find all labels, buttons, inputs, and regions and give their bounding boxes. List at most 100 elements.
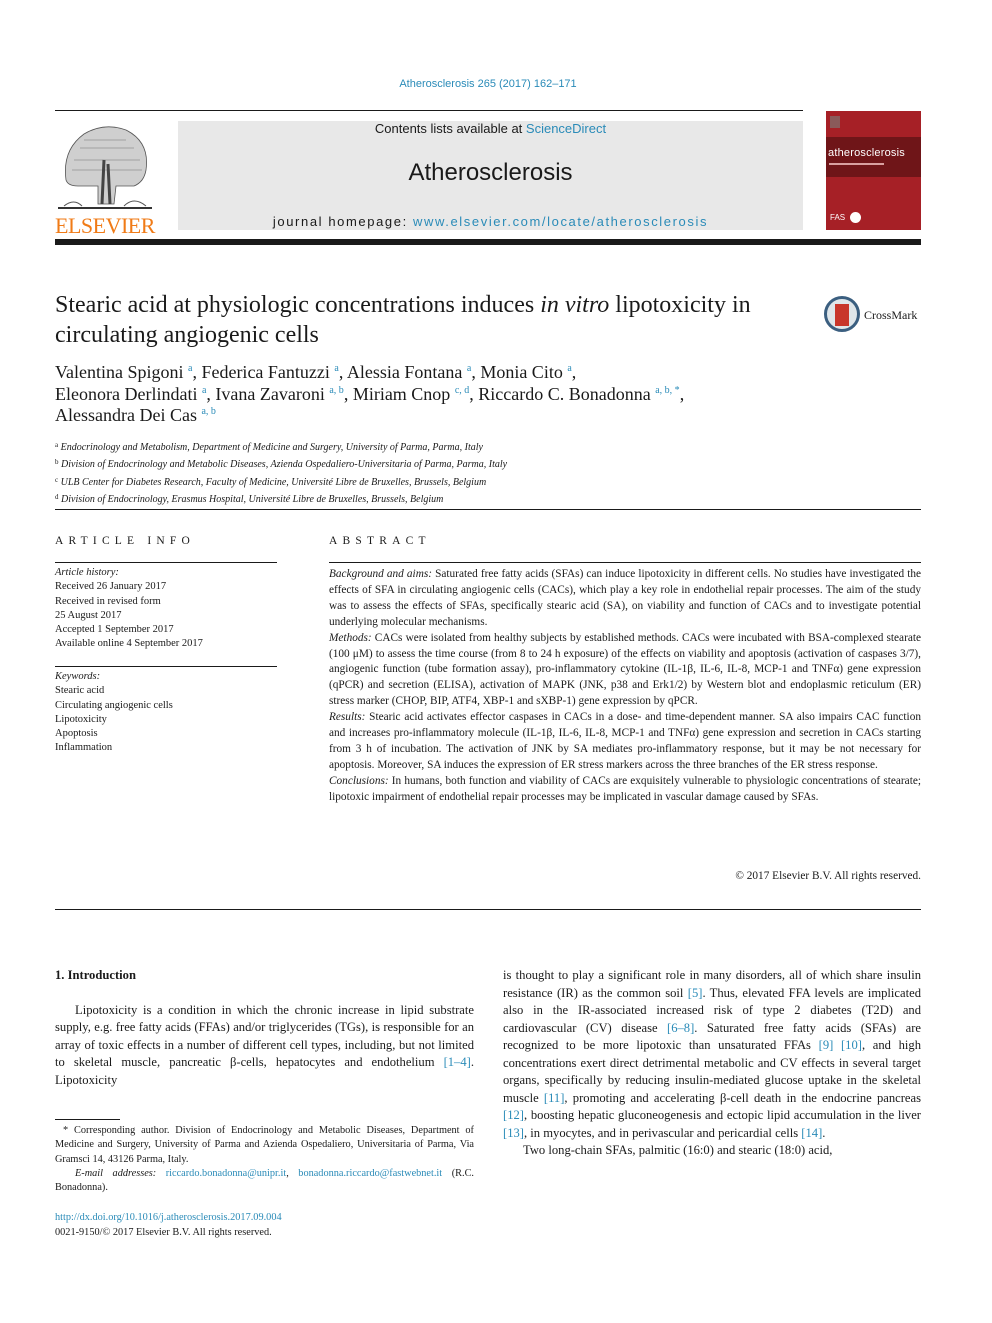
abstract-section: Methods: CACs were isolated from healthy…: [329, 631, 921, 711]
article-history: Article history: Received 26 January 201…: [55, 566, 203, 652]
citation-link[interactable]: [6–8]: [667, 1021, 694, 1035]
citation-link[interactable]: [14]: [801, 1126, 822, 1140]
title-text-1: Stearic acid at physiologic concentratio…: [55, 292, 541, 318]
author-name[interactable]: Federica Fantuzzi: [201, 362, 334, 382]
crossmark-label: CrossMark: [864, 308, 918, 322]
header-thick-rule: [55, 239, 921, 245]
keyword-item[interactable]: Circulating angiogenic cells: [55, 699, 173, 713]
author-affiliation-marker[interactable]: c, d: [455, 385, 469, 396]
journal-cover[interactable]: atherosclerosis FAS: [826, 111, 921, 230]
journal-name: Atherosclerosis: [408, 159, 573, 186]
sciencedirect-link[interactable]: ScienceDirect: [526, 121, 606, 136]
affiliation-text: Endocrinology and Metabolism, Department…: [58, 442, 483, 453]
intro-paragraph-2: Two long-chain SFAs, palmitic (16:0) and…: [523, 1143, 833, 1157]
header-rule: [55, 110, 803, 111]
cover-fas-badge: FAS: [830, 213, 846, 222]
email-line: E-mail addresses: riccardo.bonadonna@uni…: [55, 1167, 475, 1194]
affiliation-text: Division of Endocrinology, Erasmus Hospi…: [58, 494, 444, 506]
citation-link[interactable]: [11]: [544, 1091, 565, 1105]
abstract-bottom-rule: [55, 909, 921, 910]
abstract-section: Conclusions: In humans, both function an…: [329, 774, 921, 806]
body-column-left: 1. Introduction Lipotoxicity is a condit…: [55, 967, 474, 1089]
citation-link[interactable]: [12]: [503, 1108, 524, 1122]
author-name[interactable]: Riccardo C. Bonadonna: [478, 384, 655, 404]
author-affiliation-marker[interactable]: a, b, *: [655, 385, 679, 396]
info-rule: [55, 666, 277, 667]
abstract-section-label: Background and aims:: [329, 568, 433, 580]
corresponding-author-note: * Corresponding author. Division of Endo…: [55, 1125, 474, 1165]
abstract-heading: ABSTRACT: [329, 535, 431, 547]
affiliation-text: ULB Center for Diabetes Research, Facult…: [58, 476, 487, 488]
doi-link[interactable]: http://dx.doi.org/10.1016/j.atherosclero…: [55, 1211, 282, 1226]
abstract-copyright: © 2017 Elsevier B.V. All rights reserved…: [735, 870, 921, 882]
author-name[interactable]: Alessia Fontana: [347, 362, 467, 382]
history-item: Accepted 1 September 2017: [55, 624, 174, 636]
history-label: Article history:: [55, 567, 119, 578]
keyword-item[interactable]: Lipotoxicity: [55, 713, 173, 727]
abstract-section-text: In humans, both function and viability o…: [329, 774, 921, 803]
author-name[interactable]: Miriam Cnop: [353, 384, 455, 404]
history-item: Received in revised form: [55, 595, 161, 607]
cover-subtitle: [829, 163, 884, 165]
affiliation-list: a Endocrinology and Metabolism, Departme…: [55, 438, 855, 508]
intro-paragraph-1: Lipotoxicity is a condition in which the…: [55, 1002, 474, 1087]
article-title: Stearic acid at physiologic concentratio…: [55, 290, 815, 350]
intro-paragraph-1-cont: is thought to play a significant role in…: [503, 968, 921, 1140]
cover-seal-icon: [850, 212, 861, 223]
author-affiliation-marker[interactable]: a: [334, 363, 338, 374]
keywords-label: Keywords:: [55, 671, 101, 682]
author-affiliation-marker[interactable]: a, b: [329, 385, 343, 396]
elsevier-logo[interactable]: ELSEVIER: [54, 120, 156, 237]
author-list: Valentina Spigoni a, Federica Fantuzzi a…: [55, 362, 685, 425]
author-name[interactable]: Valentina Spigoni: [55, 362, 188, 382]
cover-emblem-icon: [830, 116, 840, 128]
affiliation-text: Division of Endocrinology and Metabolic …: [58, 459, 508, 471]
abstract-section-label: Methods:: [329, 631, 372, 644]
crossmark-button[interactable]: CrossMark: [824, 296, 924, 336]
author-affiliation-marker[interactable]: a: [188, 363, 192, 374]
body-column-right: is thought to play a significant role in…: [503, 967, 921, 1160]
keyword-item[interactable]: Apoptosis: [55, 727, 173, 741]
keyword-item[interactable]: Stearic acid: [55, 684, 173, 698]
email-link-1[interactable]: riccardo.bonadonna@unipr.it: [166, 1168, 286, 1179]
citation-link[interactable]: [13]: [503, 1126, 524, 1140]
crossmark-icon: [824, 296, 860, 332]
citation-link[interactable]: [9]: [819, 1038, 834, 1052]
doi-block: http://dx.doi.org/10.1016/j.atherosclero…: [55, 1211, 282, 1240]
affiliation: b Division of Endocrinology and Metaboli…: [55, 455, 855, 472]
email-link-2[interactable]: bonadonna.riccardo@fastwebnet.it: [298, 1168, 442, 1179]
footnote-rule: [55, 1119, 120, 1120]
author-name[interactable]: Eleonora Derlindati: [55, 384, 202, 404]
journal-citation[interactable]: Atherosclerosis 265 (2017) 162–171: [0, 78, 976, 90]
citation-link[interactable]: [1–4]: [444, 1055, 471, 1069]
contents-prefix: Contents lists available at: [374, 121, 526, 136]
author-affiliation-marker[interactable]: a: [467, 363, 471, 374]
keyword-item[interactable]: Inflammation: [55, 741, 173, 755]
abstract-section-text: Stearic acid activates effector caspases…: [329, 711, 921, 771]
journal-banner: Contents lists available at ScienceDirec…: [178, 121, 803, 230]
abstract-section-label: Conclusions:: [329, 774, 389, 787]
cover-title: atherosclerosis: [828, 147, 905, 159]
author-affiliation-marker[interactable]: a: [567, 363, 571, 374]
email-label: E-mail addresses:: [75, 1167, 157, 1179]
abstract-section: Background and aims: Saturated free fatt…: [329, 567, 921, 631]
keywords: Keywords: Stearic acid Circulating angiog…: [55, 670, 173, 756]
history-item: Received 26 January 2017: [55, 581, 167, 593]
citation-link[interactable]: [5]: [688, 986, 703, 1000]
abstract-rule: [329, 562, 921, 563]
author-name[interactable]: Ivana Zavaroni: [215, 384, 329, 404]
elsevier-tree-icon: [58, 126, 152, 209]
author-affiliation-marker[interactable]: a: [202, 385, 206, 396]
abstract-section-label: Results:: [329, 711, 366, 724]
homepage-line: journal homepage: www.elsevier.com/locat…: [178, 214, 803, 229]
issn-copyright: 0021-9150/© 2017 Elsevier B.V. All right…: [55, 1226, 272, 1238]
author-affiliation-marker[interactable]: a, b: [201, 406, 215, 417]
author-name[interactable]: Monia Cito: [480, 362, 567, 382]
author-name[interactable]: Alessandra Dei Cas: [55, 405, 201, 425]
abstract-section-text: CACs were isolated from healthy subjects…: [329, 631, 921, 708]
contents-line: Contents lists available at ScienceDirec…: [178, 121, 803, 136]
abstract-body: Background and aims: Saturated free fatt…: [329, 567, 921, 806]
citation-link[interactable]: [10]: [841, 1038, 862, 1052]
section-rule: [55, 509, 921, 510]
homepage-link[interactable]: www.elsevier.com/locate/atherosclerosis: [413, 214, 708, 229]
